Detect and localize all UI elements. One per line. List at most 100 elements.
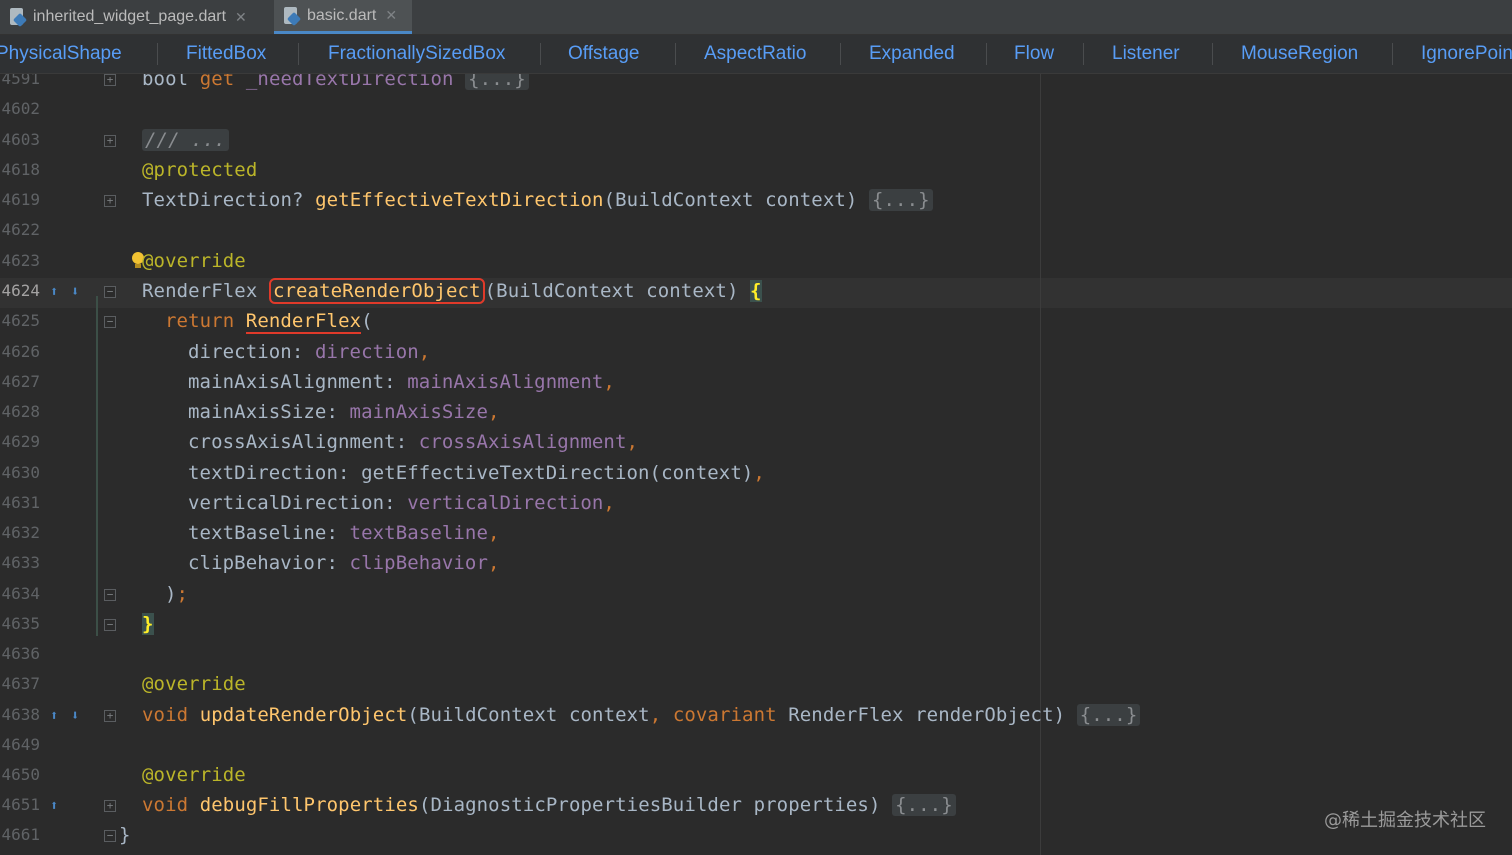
separator bbox=[298, 43, 299, 65]
code-line: 4627 mainAxisAlignment: mainAxisAlignmen… bbox=[0, 369, 1512, 399]
line-number: 4632 bbox=[1, 523, 40, 542]
fold-expand-icon[interactable]: + bbox=[104, 710, 116, 722]
dart-file-icon bbox=[282, 6, 302, 26]
matched-brace: { bbox=[750, 280, 762, 302]
code-text: TextDirection? getEffectiveTextDirection… bbox=[142, 189, 933, 211]
code-text: void updateRenderObject(BuildContext con… bbox=[142, 704, 1141, 726]
fold-expand-icon[interactable]: + bbox=[104, 195, 116, 207]
code-editor[interactable]: 4591 + bool get _needTextDirection {...}… bbox=[0, 74, 1512, 855]
code-line: 4636 bbox=[0, 641, 1512, 671]
code-text: return RenderFlex( bbox=[165, 310, 373, 334]
separator bbox=[840, 43, 841, 65]
code-text: verticalDirection: verticalDirection, bbox=[188, 492, 615, 514]
code-line: 4619 + TextDirection? getEffectiveTextDi… bbox=[0, 187, 1512, 217]
fold-collapse-icon[interactable]: − bbox=[104, 286, 116, 298]
code-line: 4625 − return RenderFlex( bbox=[0, 308, 1512, 338]
annotation: @override bbox=[142, 250, 246, 272]
fold-expand-icon[interactable]: + bbox=[104, 800, 116, 812]
folded-region: {...} bbox=[868, 189, 933, 211]
widget-link-listener[interactable]: Listener bbox=[1112, 43, 1180, 65]
code-text: crossAxisAlignment: crossAxisAlignment, bbox=[188, 431, 639, 453]
code-text: clipBehavior: clipBehavior, bbox=[188, 552, 500, 574]
code-line: 4622 bbox=[0, 217, 1512, 247]
code-text: } bbox=[142, 613, 154, 635]
code-text: direction: direction, bbox=[188, 341, 431, 363]
code-line: 4629 crossAxisAlignment: crossAxisAlignm… bbox=[0, 429, 1512, 459]
line-number: 4651 bbox=[1, 795, 40, 814]
tab-label: inherited_widget_page.dart bbox=[33, 8, 227, 25]
fold-collapse-icon[interactable]: − bbox=[104, 316, 116, 328]
fold-end-icon[interactable]: − bbox=[104, 619, 116, 631]
overrides-method-icon[interactable]: ⬆ bbox=[50, 707, 66, 725]
line-number: 4625 bbox=[1, 311, 40, 330]
tab-inherited-widget-page[interactable]: inherited_widget_page.dart ✕ bbox=[0, 0, 266, 34]
watermark: @稀土掘金技术社区 bbox=[1324, 810, 1486, 831]
line-number: 4634 bbox=[1, 584, 40, 603]
code-text: /// ... bbox=[142, 129, 229, 151]
code-text: RenderFlex createRenderObject (BuildConte… bbox=[142, 278, 762, 304]
line-number: 4631 bbox=[1, 493, 40, 512]
code-line: 4632 textBaseline: textBaseline, bbox=[0, 520, 1512, 550]
implemented-method-icon[interactable]: ⬇ bbox=[71, 283, 87, 301]
code-line: 4633 clipBehavior: clipBehavior, bbox=[0, 550, 1512, 580]
code-text: mainAxisSize: mainAxisSize, bbox=[188, 401, 500, 423]
widget-link-ignorepointer[interactable]: IgnorePointer bbox=[1421, 43, 1512, 65]
widget-link-expanded[interactable]: Expanded bbox=[869, 43, 955, 65]
line-number: 4622 bbox=[1, 220, 40, 239]
code-line: 4661 − } bbox=[0, 822, 1512, 852]
separator bbox=[675, 43, 676, 65]
line-number: 4603 bbox=[1, 130, 40, 149]
code-line: 4623 @override bbox=[0, 248, 1512, 278]
code-line: 4651 ⬆ + void debugFillProperties(Diagno… bbox=[0, 792, 1512, 822]
line-number: 4637 bbox=[1, 674, 40, 693]
line-number: 4624 bbox=[1, 281, 40, 300]
overrides-method-icon[interactable]: ⬆ bbox=[50, 283, 66, 301]
line-number: 4626 bbox=[1, 342, 40, 361]
annotation: @override bbox=[142, 673, 246, 695]
fold-end-icon[interactable]: − bbox=[104, 589, 116, 601]
line-number: 4602 bbox=[1, 99, 40, 118]
line-number: 4628 bbox=[1, 402, 40, 421]
widget-link-mouseregion[interactable]: MouseRegion bbox=[1241, 43, 1358, 65]
code-line: 4602 bbox=[0, 96, 1512, 126]
folded-region: {...} bbox=[465, 74, 529, 90]
underlined-class: RenderFlex bbox=[245, 310, 362, 334]
tab-label: basic.dart bbox=[307, 6, 377, 24]
code-text: textDirection: getEffectiveTextDirection… bbox=[188, 462, 765, 484]
line-number: 4591 bbox=[1, 74, 40, 88]
widget-link-physicalshape[interactable]: PhysicalShape bbox=[0, 43, 122, 65]
overrides-method-icon[interactable]: ⬆ bbox=[50, 797, 66, 815]
line-number: 4623 bbox=[1, 251, 40, 270]
fold-expand-icon[interactable]: + bbox=[104, 135, 116, 147]
fold-end-icon[interactable]: − bbox=[104, 830, 116, 842]
code-line: 4649 bbox=[0, 732, 1512, 762]
fold-expand-icon[interactable]: + bbox=[104, 74, 116, 86]
close-icon[interactable]: ✕ bbox=[385, 7, 397, 24]
implemented-method-icon[interactable]: ⬇ bbox=[71, 707, 87, 725]
code-text: ); bbox=[165, 583, 189, 605]
widget-link-fittedbox[interactable]: FittedBox bbox=[186, 43, 266, 65]
code-line: 4630 textDirection: getEffectiveTextDire… bbox=[0, 460, 1512, 490]
close-icon[interactable]: ✕ bbox=[235, 9, 247, 26]
code-line: 4650 @override bbox=[0, 762, 1512, 792]
widget-link-fractionallysizedbox[interactable]: FractionallySizedBox bbox=[328, 43, 505, 65]
code-text: void debugFillProperties(DiagnosticPrope… bbox=[142, 794, 956, 816]
code-line: 4624 ⬆ ⬇ − RenderFlex createRenderObject… bbox=[0, 278, 1512, 308]
separator bbox=[1083, 43, 1084, 65]
line-number: 4649 bbox=[1, 735, 40, 754]
separator bbox=[540, 43, 541, 65]
folded-region: {...} bbox=[1076, 704, 1141, 726]
widget-link-flow[interactable]: Flow bbox=[1014, 43, 1054, 65]
widget-link-offstage[interactable]: Offstage bbox=[568, 43, 639, 65]
tab-basic-dart[interactable]: basic.dart ✕ bbox=[274, 0, 412, 34]
line-number: 4638 bbox=[1, 705, 40, 724]
code-text: } bbox=[119, 824, 131, 846]
code-text: mainAxisAlignment: mainAxisAlignment, bbox=[188, 371, 615, 393]
widget-link-aspectratio[interactable]: AspectRatio bbox=[704, 43, 806, 65]
doc-comment: /// ... bbox=[142, 129, 229, 151]
line-number: 4633 bbox=[1, 553, 40, 572]
line-number: 4635 bbox=[1, 614, 40, 633]
separator bbox=[1212, 43, 1213, 65]
separator bbox=[1392, 43, 1393, 65]
line-number: 4619 bbox=[1, 190, 40, 209]
